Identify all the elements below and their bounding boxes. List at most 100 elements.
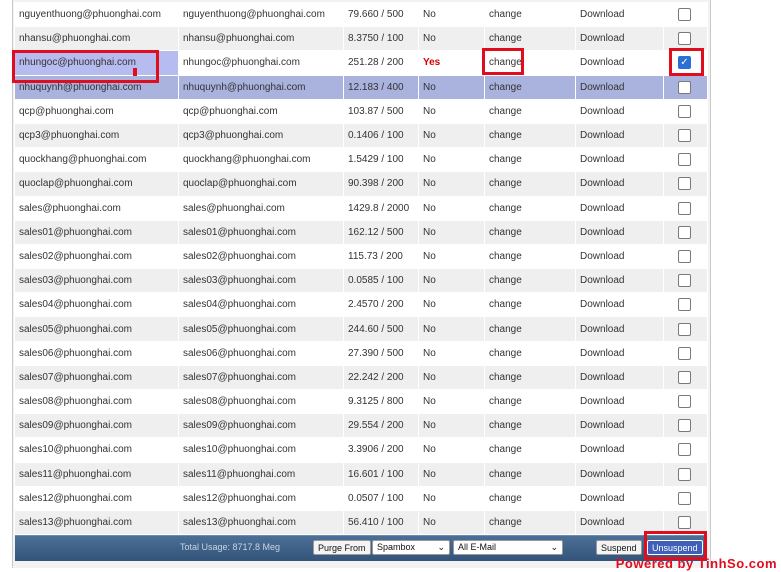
select-checkbox[interactable] (678, 129, 691, 143)
select-cell (663, 268, 708, 294)
download-link[interactable]: Download (575, 50, 664, 76)
download-link[interactable]: Download (575, 292, 664, 318)
download-link[interactable]: Download (575, 195, 664, 221)
select-checkbox[interactable] (678, 249, 691, 263)
account-email: nguyenthuong@phuonghai.com (14, 1, 179, 28)
account-row: nguyenthuong@phuonghai.com nguyenthuong@p… (14, 1, 708, 28)
change-password-link[interactable]: change (484, 292, 576, 318)
select-cell (663, 340, 708, 366)
select-checkbox[interactable] (678, 443, 691, 457)
select-checkbox[interactable] (678, 395, 691, 409)
disk-usage: 0.0585 / 100 (343, 268, 419, 294)
folder-select[interactable]: Spambox ⌄ (372, 540, 450, 555)
download-link[interactable]: Download (575, 388, 664, 415)
download-link[interactable]: Download (575, 98, 664, 124)
change-password-link[interactable]: change (484, 98, 576, 124)
account-login: sales04@phuonghai.com (178, 292, 344, 318)
account-email: sales04@phuonghai.com (14, 292, 179, 318)
select-checkbox[interactable] (678, 32, 691, 46)
download-link[interactable]: Download (575, 74, 664, 100)
disk-usage: 79.660 / 500 (343, 1, 419, 28)
select-checkbox[interactable] (678, 346, 691, 360)
change-password-link[interactable]: change (484, 413, 576, 439)
download-link[interactable]: Download (575, 461, 664, 487)
download-link[interactable]: Download (575, 1, 664, 28)
suspended-status: No (418, 340, 485, 366)
change-password-link[interactable]: change (484, 485, 576, 511)
change-password-link[interactable]: change (484, 219, 576, 245)
account-row: sales07@phuonghai.com sales07@phuonghai.c… (14, 364, 708, 391)
account-login: qcp3@phuonghai.com (178, 122, 344, 149)
download-link[interactable]: Download (575, 485, 664, 511)
change-password-link[interactable]: change (484, 461, 576, 487)
disk-usage: 27.390 / 500 (343, 340, 419, 366)
highlight-email-box (12, 50, 159, 83)
account-login: sales03@phuonghai.com (178, 268, 344, 294)
disk-usage: 56.410 / 100 (343, 509, 419, 536)
download-link[interactable]: Download (575, 437, 664, 463)
select-checkbox[interactable] (678, 370, 691, 384)
download-link[interactable]: Download (575, 219, 664, 245)
account-login: sales09@phuonghai.com (178, 413, 344, 439)
select-checkbox[interactable] (678, 153, 691, 167)
download-link[interactable]: Download (575, 364, 664, 391)
change-password-link[interactable]: change (484, 316, 576, 342)
disk-usage: 12.183 / 400 (343, 74, 419, 100)
select-checkbox[interactable] (678, 298, 691, 312)
download-link[interactable]: Download (575, 340, 664, 366)
download-link[interactable]: Download (575, 316, 664, 342)
download-link[interactable]: Download (575, 26, 664, 52)
select-checkbox[interactable] (678, 491, 691, 505)
download-link[interactable]: Download (575, 122, 664, 149)
select-checkbox[interactable] (678, 104, 691, 118)
download-link[interactable]: Download (575, 243, 664, 270)
account-row: sales13@phuonghai.com sales13@phuonghai.c… (14, 509, 708, 536)
suspended-status: No (418, 413, 485, 439)
change-password-link[interactable]: change (484, 364, 576, 391)
account-login: sales01@phuonghai.com (178, 219, 344, 245)
change-password-link[interactable]: change (484, 122, 576, 149)
select-checkbox[interactable] (678, 467, 691, 481)
change-password-link[interactable]: change (484, 243, 576, 270)
download-link[interactable]: Download (575, 147, 664, 173)
change-password-link[interactable]: change (484, 509, 576, 536)
suspended-status: No (418, 122, 485, 149)
purge-from-button[interactable]: Purge From (313, 540, 371, 555)
download-link[interactable]: Download (575, 268, 664, 294)
account-login: sales07@phuonghai.com (178, 364, 344, 391)
change-password-link[interactable]: change (484, 171, 576, 197)
suspended-status: No (418, 147, 485, 173)
change-password-link[interactable]: change (484, 437, 576, 463)
select-checkbox[interactable] (678, 274, 691, 288)
account-email: sales06@phuonghai.com (14, 340, 179, 366)
account-row: qcp@phuonghai.com qcp@phuonghai.com 103.87… (14, 98, 708, 124)
select-cell (663, 122, 708, 149)
select-checkbox[interactable] (678, 516, 691, 530)
select-checkbox[interactable] (678, 225, 691, 239)
download-link[interactable]: Download (575, 413, 664, 439)
account-email: sales08@phuonghai.com (14, 388, 179, 415)
select-cell (663, 147, 708, 173)
select-checkbox[interactable] (678, 80, 691, 94)
change-password-link[interactable]: change (484, 340, 576, 366)
select-checkbox[interactable] (678, 419, 691, 433)
suspended-status: No (418, 437, 485, 463)
select-checkbox[interactable] (678, 201, 691, 215)
change-password-link[interactable]: change (484, 74, 576, 100)
select-checkbox[interactable] (678, 8, 691, 22)
suspended-status: No (418, 268, 485, 294)
disk-usage: 1.5429 / 100 (343, 147, 419, 173)
select-cell (663, 98, 708, 124)
change-password-link[interactable]: change (484, 195, 576, 221)
change-password-link[interactable]: change (484, 147, 576, 173)
account-login: sales10@phuonghai.com (178, 437, 344, 463)
suspend-button[interactable]: Suspend (596, 540, 642, 555)
disk-usage: 29.554 / 200 (343, 413, 419, 439)
change-password-link[interactable]: change (484, 268, 576, 294)
change-password-link[interactable]: change (484, 1, 576, 28)
change-password-link[interactable]: change (484, 388, 576, 415)
download-link[interactable]: Download (575, 171, 664, 197)
select-checkbox[interactable] (678, 177, 691, 191)
scope-select[interactable]: All E-Mail ⌄ (453, 540, 563, 555)
select-checkbox[interactable] (678, 322, 691, 336)
